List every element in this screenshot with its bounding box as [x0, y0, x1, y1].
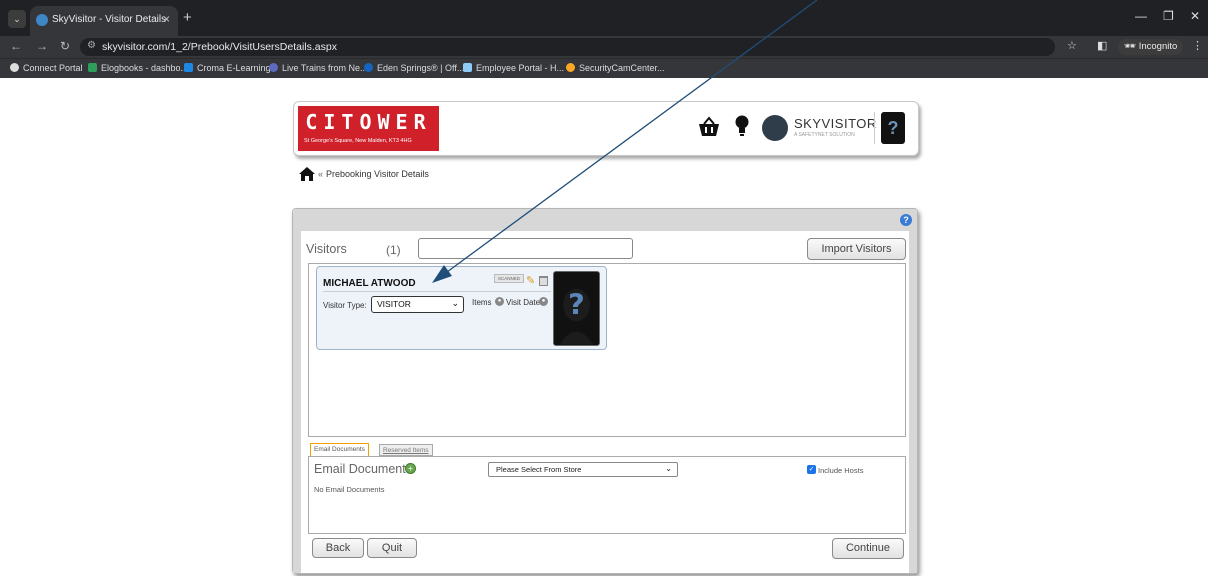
visitor-type-label: Visitor Type:	[323, 301, 367, 310]
panel-left-border	[293, 231, 301, 573]
incognito-icon: 🕶	[1124, 41, 1139, 52]
skyvisitor-logo-icon	[762, 115, 788, 141]
no-email-documents-text: No Email Documents	[314, 485, 385, 494]
bookmark-icon	[269, 63, 278, 72]
visitor-name: MICHAEL ATWOOD	[323, 278, 416, 289]
help-icon[interactable]: ?	[900, 214, 912, 226]
browser-toolbar: ← → ↻ ⚙ skyvisitor.com/1_2/Prebook/Visit…	[0, 36, 1208, 58]
bookmark-label: SecurityCamCenter...	[579, 63, 665, 73]
panel-right-border	[909, 231, 917, 573]
tab-title: SkyVisitor - Visitor Details	[52, 14, 167, 25]
lightbulb-icon[interactable]	[735, 114, 749, 138]
items-status-icon[interactable]: ●	[495, 297, 504, 306]
visitor-card[interactable]: MICHAEL ATWOOD SCANNED ✎ Visitor Type: V…	[316, 266, 607, 350]
tab-reserved-items[interactable]: Reserved Items	[379, 444, 433, 456]
site-header: CITOWER St George's Square, New Malden, …	[293, 101, 919, 156]
incognito-badge[interactable]: 🕶 Incognito	[1118, 39, 1184, 55]
forward-arrow-icon[interactable]: →	[36, 39, 48, 53]
bookmark-label: Connect Portal	[23, 63, 83, 73]
store-document-select[interactable]: Please Select From Store ⌄	[488, 462, 678, 477]
bookmark-icon	[364, 63, 373, 72]
window-close-icon[interactable]: ✕	[1190, 9, 1200, 23]
breadcrumb-separator: «	[318, 169, 324, 179]
bookmark-star-icon[interactable]: ☆	[1067, 39, 1077, 52]
back-arrow-icon[interactable]: ←	[10, 39, 22, 53]
chevron-down-icon: ⌄	[665, 464, 672, 473]
visitor-type-value: VISITOR	[377, 299, 411, 309]
tab-email-documents[interactable]: Email Documents	[310, 443, 369, 456]
skyvisitor-favicon-icon	[36, 14, 48, 26]
store-select-value: Please Select From Store	[496, 465, 582, 474]
basket-icon[interactable]	[697, 116, 721, 138]
bookmark-item[interactable]: SecurityCamCenter...	[566, 63, 665, 73]
browser-tab[interactable]: SkyVisitor - Visitor Details ×	[30, 6, 178, 36]
quit-button[interactable]: Quit	[367, 538, 417, 558]
bookmark-item[interactable]: Employee Portal - H...	[463, 63, 564, 73]
tab-search-icon[interactable]: ⌄	[8, 10, 26, 28]
bookmark-label: Employee Portal - H...	[476, 63, 565, 73]
bookmark-icon	[10, 63, 19, 72]
bookmark-icon	[566, 63, 575, 72]
breadcrumb-current: Prebooking Visitor Details	[326, 169, 429, 179]
delete-trash-icon[interactable]	[539, 276, 548, 286]
bookmark-item[interactable]: Connect Portal	[10, 63, 83, 73]
bookmark-label: Live Trains from Ne...	[282, 63, 368, 73]
items-label[interactable]: Items	[472, 298, 492, 307]
chevron-down-icon: ⌄	[451, 298, 459, 308]
email-documents-heading: Email Documents	[314, 462, 412, 476]
add-document-icon[interactable]: +	[405, 463, 416, 474]
include-hosts-label[interactable]: Include Hosts	[818, 466, 863, 475]
bookmark-icon	[184, 63, 193, 72]
address-bar[interactable]: ⚙ skyvisitor.com/1_2/Prebook/VisitUsersD…	[80, 38, 1055, 56]
side-panel-icon[interactable]: ◧	[1097, 39, 1107, 52]
incognito-label: Incognito	[1138, 41, 1178, 52]
edit-pencil-icon[interactable]: ✎	[526, 274, 535, 287]
logo-title: CITOWER	[305, 110, 432, 134]
citower-logo[interactable]: CITOWER St George's Square, New Malden, …	[298, 106, 439, 151]
visitors-count: (1)	[386, 243, 401, 257]
back-button[interactable]: Back	[312, 538, 364, 558]
restore-icon[interactable]: ❐	[1163, 9, 1174, 23]
logo-subtitle: St George's Square, New Malden, KT3 4HG	[304, 138, 412, 144]
bookmark-item[interactable]: Live Trains from Ne...	[269, 63, 368, 73]
include-hosts-checkbox[interactable]: ✓	[807, 465, 816, 474]
bookmark-icon	[463, 63, 472, 72]
bookmark-item[interactable]: Croma E-Learning	[184, 63, 271, 73]
browser-menu-icon[interactable]: ⋮	[1192, 39, 1203, 52]
import-visitors-button[interactable]: Import Visitors	[807, 238, 906, 260]
user-avatar[interactable]: ?	[881, 112, 905, 144]
visitor-search-input[interactable]	[418, 238, 633, 259]
bookmark-icon	[88, 63, 97, 72]
home-icon[interactable]	[298, 166, 316, 182]
bookmarks-bar: Connect Portal Elogbooks - dashbo... Cro…	[0, 58, 1208, 78]
bookmark-label: Elogbooks - dashbo...	[101, 63, 189, 73]
continue-button[interactable]: Continue	[832, 538, 904, 559]
scanned-badge: SCANNED	[494, 274, 524, 283]
visit-dates-status-icon[interactable]: ●	[539, 297, 548, 306]
minimize-icon[interactable]: —	[1135, 9, 1147, 23]
bookmark-item[interactable]: Eden Springs® | Off...	[364, 63, 464, 73]
new-tab-icon[interactable]: +	[183, 9, 192, 26]
reload-icon[interactable]: ↻	[60, 39, 70, 53]
site-info-icon[interactable]: ⚙	[87, 40, 96, 51]
browser-tab-strip: ⌄ SkyVisitor - Visitor Details × + — ❐ ✕	[0, 0, 1208, 36]
bookmark-item[interactable]: Elogbooks - dashbo...	[88, 63, 188, 73]
visitor-name-divider	[323, 291, 551, 292]
visitor-type-select[interactable]: VISITOR ⌄	[371, 296, 464, 313]
header-divider	[874, 112, 875, 144]
brand-tagline: A SAFETYNET SOLUTION	[794, 132, 855, 138]
visitor-photo-glyph: ?	[568, 288, 585, 322]
visitors-heading: Visitors	[306, 242, 347, 256]
address-url: skyvisitor.com/1_2/Prebook/VisitUsersDet…	[102, 41, 337, 53]
tab-close-icon[interactable]: ×	[163, 12, 170, 26]
bookmark-label: Eden Springs® | Off...	[377, 63, 465, 73]
bookmark-label: Croma E-Learning	[197, 63, 271, 73]
visitor-photo[interactable]: ?	[553, 271, 600, 346]
panel-header-bar: ?	[293, 209, 917, 231]
brand-name: SKYVISITOR	[794, 116, 877, 131]
